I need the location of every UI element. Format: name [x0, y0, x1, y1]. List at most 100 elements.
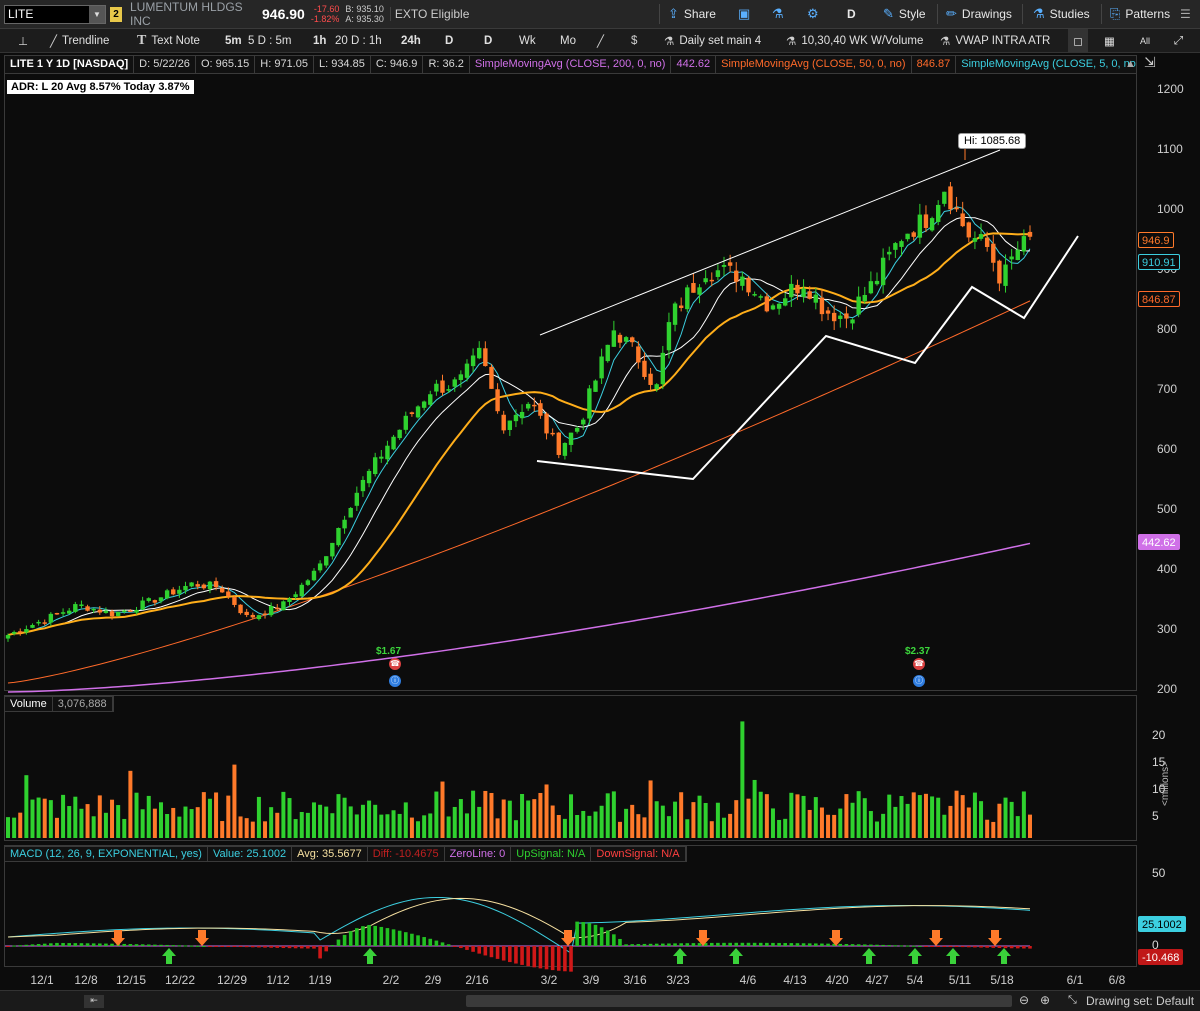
- volume-bar: [446, 816, 451, 838]
- sma200-value: 442.62: [671, 56, 717, 73]
- volume-bar: [67, 806, 72, 838]
- candle-body: [727, 262, 733, 266]
- volume-bar: [654, 801, 659, 838]
- candle-body: [281, 601, 286, 611]
- down-signal-arrow: [111, 930, 125, 946]
- sma50-path: [7, 300, 1031, 684]
- macd-hist-bar: [269, 946, 273, 948]
- volume-bar: [201, 792, 206, 838]
- volume-label[interactable]: Volume: [5, 697, 53, 711]
- candle-body: [862, 294, 867, 302]
- drawing-set[interactable]: Drawing set: Default: [1086, 994, 1194, 1008]
- macd-title[interactable]: MACD (12, 26, 9, EXPONENTIAL, yes): [5, 847, 208, 861]
- volume-bar: [648, 780, 653, 838]
- macd-hist-bar: [801, 943, 806, 946]
- candle-body: [831, 312, 837, 322]
- volume-bar: [385, 814, 390, 838]
- user-drawings: [536, 148, 1079, 481]
- chart-title[interactable]: LITE 1 Y 1D [NASDAQ]: [5, 56, 135, 73]
- macd-lines: [5, 896, 1032, 972]
- zoom-out-icon[interactable]: ⊖: [1019, 993, 1029, 1007]
- candle-body: [48, 613, 54, 623]
- sma200-line: [7, 542, 1031, 693]
- zoom-in-icon[interactable]: ⊕: [1040, 993, 1050, 1007]
- candle-body: [562, 442, 568, 456]
- volume-bar: [1015, 816, 1020, 838]
- candle-body: [991, 243, 996, 263]
- macd-hist-bar: [795, 943, 800, 946]
- earnings-icon[interactable]: ☎: [913, 658, 925, 670]
- adr-label: ADR: L 20 Avg 8.57% Today 3.87%: [7, 80, 194, 94]
- volume-bar: [73, 796, 78, 838]
- scroll-left-button[interactable]: ⇤: [84, 995, 104, 1008]
- earnings-icon[interactable]: ☎: [389, 658, 401, 670]
- pan-icon[interactable]: ⤡: [1068, 994, 1077, 1007]
- candle-body: [789, 283, 794, 298]
- macd-hist-bar: [691, 943, 696, 946]
- volume-bar: [336, 794, 341, 838]
- macd-hist-bar: [789, 943, 794, 946]
- macd-hist-bar: [244, 946, 249, 948]
- candle-body: [464, 363, 470, 378]
- macd-hist-bar: [49, 943, 53, 946]
- candle-body: [415, 406, 421, 418]
- volume-bar: [220, 821, 225, 838]
- macd-hist-bar: [697, 943, 702, 946]
- volume-bar: [391, 810, 396, 838]
- info-icon[interactable]: ⓘ: [389, 675, 401, 687]
- volume-bar: [703, 802, 708, 838]
- macd-hist-bar: [605, 930, 610, 946]
- macd-hist-bar: [489, 946, 494, 958]
- volume-bar: [207, 798, 212, 838]
- macd-hist-bar: [1015, 946, 1020, 949]
- macd-hist-bar: [526, 946, 530, 967]
- macd-hist-bar: [765, 942, 769, 946]
- candle-body: [391, 436, 396, 450]
- macd-hist-bar: [165, 944, 169, 946]
- volume-bar: [1003, 797, 1008, 838]
- macd-hist-bar: [722, 942, 726, 946]
- sma200-path: [7, 542, 1031, 693]
- macd-hist-bar: [1028, 946, 1032, 949]
- trendline-drawing: [539, 149, 1001, 336]
- volume-bar: [397, 813, 402, 838]
- time-scrollbar[interactable]: [466, 995, 1012, 1007]
- date-tick: 6/8: [1108, 973, 1126, 987]
- sma50-legend[interactable]: SimpleMovingAvg (CLOSE, 50, 0, no): [716, 56, 912, 73]
- macd-hist-bar: [942, 946, 947, 947]
- candle-body: [813, 294, 819, 303]
- candle-body: [470, 355, 476, 367]
- sma50-line: [7, 300, 1031, 684]
- price-axis[interactable]: 200300400500600700800900100011001200: [1139, 0, 1200, 700]
- macd-value: Value: 25.1002: [208, 847, 293, 861]
- date-tick: 3/16: [623, 973, 647, 987]
- volume-bar: [6, 817, 10, 838]
- info-icon[interactable]: ⓘ: [913, 675, 925, 687]
- candle-body: [746, 277, 751, 293]
- candle-body: [177, 589, 182, 594]
- candle-body: [287, 598, 292, 602]
- volume-bar: [844, 794, 849, 838]
- volume-bar: [587, 815, 592, 838]
- volume-bar: [452, 806, 457, 838]
- volume-bar: [471, 790, 476, 838]
- candle-body: [354, 492, 360, 506]
- vol-tick: 20: [1152, 728, 1166, 742]
- sma200-legend[interactable]: SimpleMovingAvg (CLOSE, 200, 0, no): [470, 56, 672, 73]
- candle-body: [966, 222, 972, 238]
- candle-body: [874, 280, 880, 285]
- candle-body: [807, 291, 812, 299]
- candle-body: [1021, 236, 1027, 252]
- macd-hist-bar: [330, 945, 335, 947]
- macd-hist-bar: [422, 937, 426, 946]
- candle-body: [122, 610, 127, 613]
- candle-body: [134, 609, 139, 613]
- macd-hist-bar: [642, 943, 647, 946]
- macd-hist-bar: [324, 946, 329, 952]
- price-tick: 500: [1157, 502, 1178, 516]
- sma5-legend[interactable]: SimpleMovingAvg (CLOSE, 5, 0, no): [956, 56, 1136, 73]
- volume-bar: [752, 779, 757, 838]
- macd-hist-bar: [367, 924, 371, 946]
- collapse-icon[interactable]: ▲: [1125, 58, 1136, 70]
- macd-hist-bar: [985, 946, 989, 948]
